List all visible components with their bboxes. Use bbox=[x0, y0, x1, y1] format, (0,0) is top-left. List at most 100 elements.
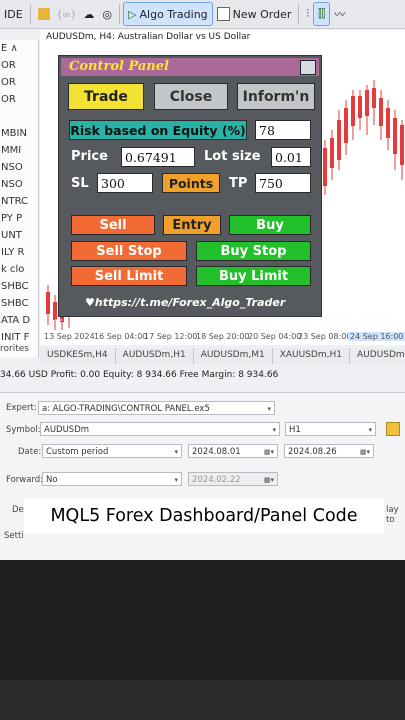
date-to-field[interactable]: 2024.08.26 ▦▾ bbox=[284, 444, 374, 458]
nav-item[interactable]: SHBC bbox=[0, 295, 38, 312]
chevron-down-icon: ▾ bbox=[174, 476, 178, 484]
calendar-icon: ▦▾ bbox=[359, 448, 370, 456]
nav-item[interactable]: OR bbox=[0, 57, 38, 74]
buy-stop-button[interactable]: Buy Stop bbox=[196, 241, 311, 261]
chevron-down-icon: ▾ bbox=[174, 448, 178, 456]
chart-tab[interactable]: AUDUSDm bbox=[350, 348, 405, 364]
new-order-button[interactable]: New Order bbox=[213, 3, 296, 25]
time-axis: 13 Sep 2024 16 Sep 04:00 17 Sep 12:00 18… bbox=[40, 330, 405, 344]
favorites-tab[interactable]: rorites bbox=[0, 344, 38, 354]
buy-button[interactable]: Buy bbox=[229, 215, 311, 235]
signals-icon[interactable]: ◎ bbox=[98, 3, 116, 25]
monitor-bezel bbox=[0, 560, 405, 720]
lot-size-label: Lot size bbox=[204, 149, 261, 164]
algo-trading-button[interactable]: ▷ Algo Trading bbox=[123, 2, 213, 26]
risk-input[interactable]: 78 bbox=[255, 120, 311, 140]
new-order-icon bbox=[216, 7, 230, 21]
chevron-down-icon: ▾ bbox=[267, 405, 271, 413]
forward-label: Forward: bbox=[6, 475, 44, 485]
telegram-icon: ♥ bbox=[85, 296, 95, 309]
candles-icon[interactable]: ⫿⫿ bbox=[313, 2, 331, 26]
nav-item[interactable]: NSO bbox=[0, 176, 38, 193]
entry-button[interactable]: Entry bbox=[163, 215, 221, 235]
cloud-icon[interactable]: ☁ bbox=[79, 3, 98, 25]
nav-item[interactable]: PY P bbox=[0, 210, 38, 227]
forward-date-field: 2024.02.22 ▦▾ bbox=[188, 472, 278, 486]
chart-tab[interactable]: USDKESm,H4 bbox=[40, 348, 116, 364]
x-tick: 16 Sep 04:00 bbox=[94, 332, 148, 341]
x-tick: 24 Sep 16:00 bbox=[348, 332, 405, 341]
sl-input[interactable]: 300 bbox=[97, 173, 153, 193]
grid-icon[interactable] bbox=[300, 60, 316, 75]
sell-limit-button[interactable]: Sell Limit bbox=[71, 266, 187, 286]
control-panel: Control Panel Trade Close Inform'n Risk … bbox=[58, 55, 322, 317]
nav-item[interactable]: SHBC bbox=[0, 278, 38, 295]
strategy-tester: Expert: a: ALGO-TRADING\CONTROL PANEL.ex… bbox=[0, 392, 405, 560]
play-icon: ▷ bbox=[128, 7, 137, 21]
nav-item[interactable]: MMI bbox=[0, 142, 38, 159]
nav-item[interactable]: NTRC bbox=[0, 193, 38, 210]
panel-header[interactable]: Control Panel bbox=[61, 58, 319, 76]
trade-tab-button[interactable]: Trade bbox=[68, 83, 144, 110]
calendar-icon: ▦▾ bbox=[263, 476, 274, 484]
sell-button[interactable]: Sell bbox=[71, 215, 155, 235]
tp-input[interactable]: 750 bbox=[255, 173, 311, 193]
nav-item[interactable]: NSO bbox=[0, 159, 38, 176]
ide-button[interactable]: IDE bbox=[0, 3, 27, 25]
x-tick: 23 Sep 08:00 bbox=[298, 332, 352, 341]
nav-item[interactable]: k clo bbox=[0, 261, 38, 278]
price-input[interactable]: 0.67491 bbox=[121, 147, 195, 167]
candle-right-group bbox=[323, 80, 404, 195]
screen: IDE (∞) ☁ ◎ ▷ Algo Trading New Order ⫶ ⫿… bbox=[0, 0, 405, 560]
forward-select[interactable]: No ▾ bbox=[42, 472, 182, 486]
sell-stop-button[interactable]: Sell Stop bbox=[71, 241, 187, 261]
nav-item[interactable]: ILY R bbox=[0, 244, 38, 261]
bar-chart-icon[interactable]: ⫶ bbox=[302, 3, 313, 25]
nav-item[interactable]: MBIN bbox=[0, 125, 38, 142]
expert-select[interactable]: a: ALGO-TRADING\CONTROL PANEL.ex5 ▾ bbox=[38, 401, 275, 415]
symbol-properties-button[interactable] bbox=[386, 422, 400, 436]
account-status-bar: 34.66 USD Profit: 0.00 Equity: 8 934.66 … bbox=[0, 370, 279, 380]
chart-tabs: USDKESm,H4 AUDUSDm,H1 AUDUSDm,M1 XAUUSDm… bbox=[40, 348, 405, 364]
line-chart-icon[interactable]: 〰 bbox=[330, 3, 349, 25]
price-label: Price bbox=[71, 149, 108, 164]
close-tab-button[interactable]: Close bbox=[154, 83, 228, 110]
date-from-field[interactable]: 2024.08.01 ▦▾ bbox=[188, 444, 278, 458]
x-tick: 17 Sep 12:00 bbox=[144, 332, 198, 341]
sl-label: SL bbox=[71, 176, 89, 191]
buy-limit-button[interactable]: Buy Limit bbox=[196, 266, 311, 286]
telegram-link[interactable]: ♥https://t.me/Forex_Algo_Trader bbox=[85, 296, 285, 309]
expert-label: Expert: bbox=[6, 403, 37, 413]
x-tick: 13 Sep 2024 bbox=[44, 332, 95, 341]
risk-label: Risk based on Equity (%) bbox=[69, 120, 247, 140]
panel-title: Control Panel bbox=[69, 59, 169, 74]
lot-size-input[interactable]: 0.01 bbox=[271, 147, 311, 167]
navigator-panel: E ∧ OR OR OR MBIN MMI NSO NSO NTRC PY P … bbox=[0, 40, 39, 358]
lock-icon[interactable] bbox=[34, 3, 54, 25]
chevron-down-icon: ▾ bbox=[368, 426, 372, 434]
x-tick: 18 Sep 20:00 bbox=[196, 332, 250, 341]
inform-tab-button[interactable]: Inform'n bbox=[237, 83, 315, 110]
symbol-select[interactable]: AUDUSDm ▾ bbox=[40, 422, 280, 436]
nav-item[interactable] bbox=[0, 108, 38, 125]
chart-tab[interactable]: AUDUSDm,H1 bbox=[116, 348, 194, 364]
nav-item[interactable]: OR bbox=[0, 74, 38, 91]
chart-tab[interactable]: XAUUSDm,H1 bbox=[273, 348, 350, 364]
symbol-label: Symbol: bbox=[6, 425, 41, 435]
chevron-down-icon: ▾ bbox=[272, 426, 276, 434]
nav-item[interactable]: OR bbox=[0, 91, 38, 108]
date-mode-select[interactable]: Custom period ▾ bbox=[42, 444, 182, 458]
settings-tab[interactable]: Setti bbox=[4, 531, 24, 541]
nav-item[interactable]: ATA D bbox=[0, 312, 38, 329]
nav-item[interactable]: E ∧ bbox=[0, 40, 38, 57]
calendar-icon: ▦▾ bbox=[263, 448, 274, 456]
nav-item[interactable]: UNT bbox=[0, 227, 38, 244]
x-tick: 20 Sep 04:00 bbox=[248, 332, 302, 341]
market-icon[interactable]: (∞) bbox=[54, 3, 80, 25]
chart-tab[interactable]: AUDUSDm,M1 bbox=[194, 348, 273, 364]
timeframe-select[interactable]: H1 ▾ bbox=[285, 422, 376, 436]
main-toolbar: IDE (∞) ☁ ◎ ▷ Algo Trading New Order ⫶ ⫿… bbox=[0, 0, 405, 29]
points-button[interactable]: Points bbox=[162, 173, 220, 193]
delays-label: De bbox=[12, 505, 24, 515]
delay-to-label: lay to bbox=[386, 505, 399, 525]
